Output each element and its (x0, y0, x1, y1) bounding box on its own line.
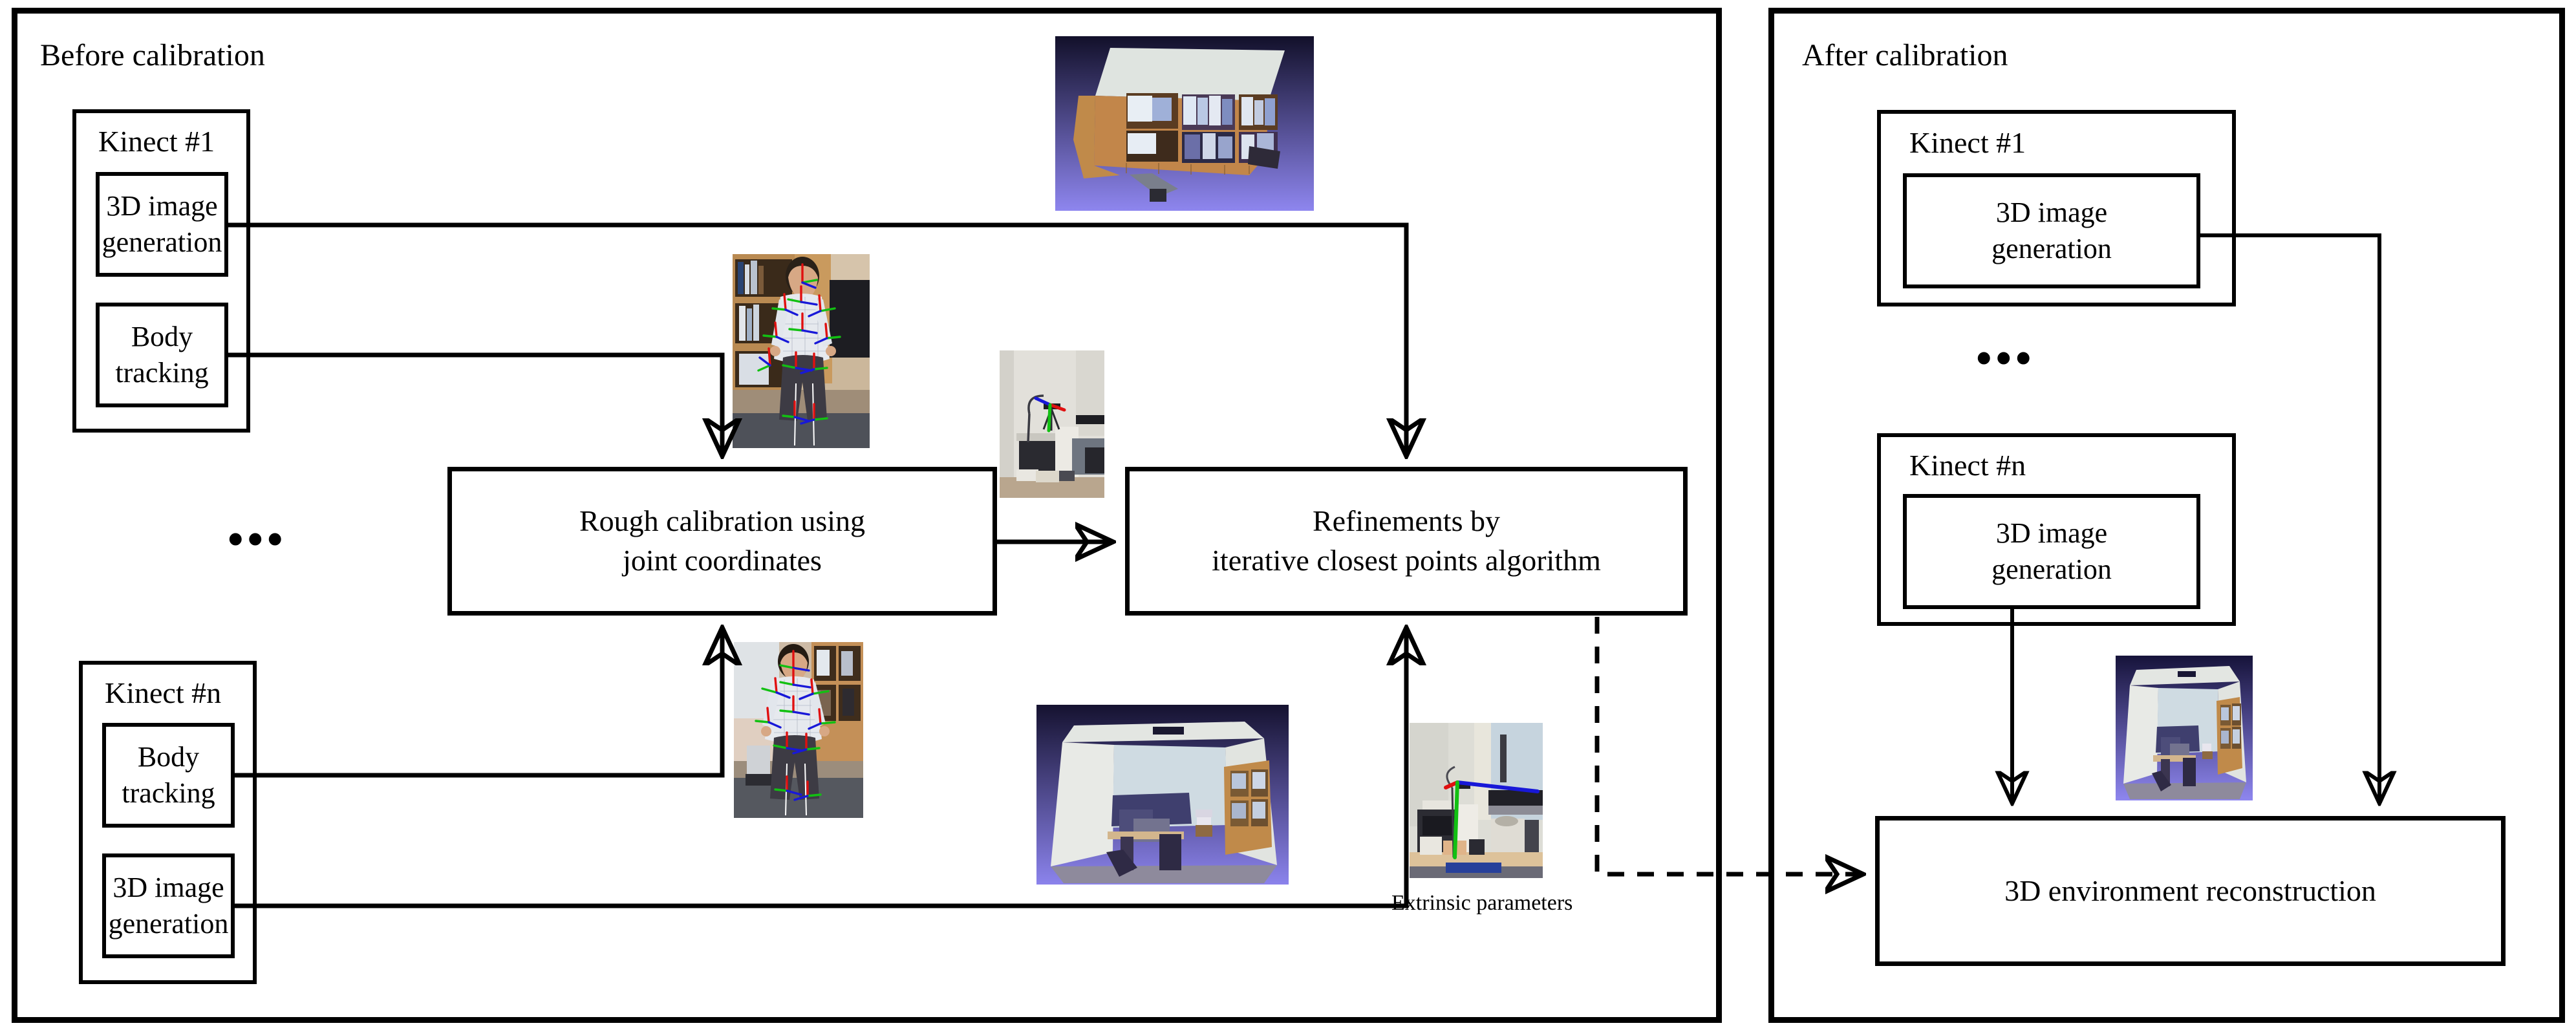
room-point-cloud-right-thumb (2116, 656, 2253, 800)
rough-calibration-stage[interactable]: Rough calibration using joint coordinate… (447, 467, 997, 616)
stage-text: 3D environment reconstruction (2004, 874, 2376, 907)
kinect-1-body-tracking-before[interactable]: Body tracking (96, 303, 228, 407)
module-text: Body tracking (122, 740, 215, 809)
kinect-n-3d-image-generation-before[interactable]: 3D image generation (102, 853, 235, 958)
kinect-ellipsis-before: ••• (228, 515, 287, 564)
kinect-1-label-before: Kinect #1 (98, 125, 215, 158)
kinect-n-3d-image-generation-after[interactable]: 3D image generation (1903, 494, 2200, 609)
stage-text: Rough calibration using joint coordinate… (579, 504, 866, 577)
kinect-n-label-after: Kinect #n (1909, 449, 2026, 482)
kinect-ellipsis-after: ••• (1976, 334, 2035, 383)
before-calibration-title: Before calibration (40, 38, 265, 72)
module-text: 3D image generation (108, 871, 229, 939)
extrinsic-axes-photo-thumb (1410, 723, 1543, 878)
kinect-on-tripod-thumb (1000, 350, 1104, 498)
stage-text: Refinements by iterative closest points … (1212, 504, 1601, 577)
skeleton-person-top-thumb (733, 254, 870, 448)
3d-environment-reconstruction-stage[interactable]: 3D environment reconstruction (1875, 816, 2506, 966)
figure-canvas: Before calibration Kinect #1 3D image ge… (0, 0, 2576, 1030)
kinect-1-3d-image-generation-before[interactable]: 3D image generation (96, 172, 228, 277)
module-text: Body tracking (115, 320, 209, 389)
after-calibration-title: After calibration (1802, 38, 2008, 72)
skeleton-person-bottom-thumb (734, 642, 863, 818)
kinect-1-3d-image-generation-after[interactable]: 3D image generation (1903, 173, 2200, 288)
module-text: 3D image generation (102, 189, 222, 258)
kinect-n-label-before: Kinect #n (105, 676, 222, 709)
cabinet-point-cloud-thumb (1055, 36, 1314, 211)
room-point-cloud-left-thumb (1036, 705, 1289, 885)
module-text: 3D image generation (1991, 517, 2112, 585)
module-text: 3D image generation (1991, 196, 2112, 264)
icp-refinement-stage[interactable]: Refinements by iterative closest points … (1125, 467, 1688, 616)
kinect-1-label-after: Kinect #1 (1909, 126, 2026, 159)
extrinsic-parameters-caption: Extrinsic parameters (1391, 891, 1573, 915)
kinect-n-body-tracking-before[interactable]: Body tracking (102, 723, 235, 828)
